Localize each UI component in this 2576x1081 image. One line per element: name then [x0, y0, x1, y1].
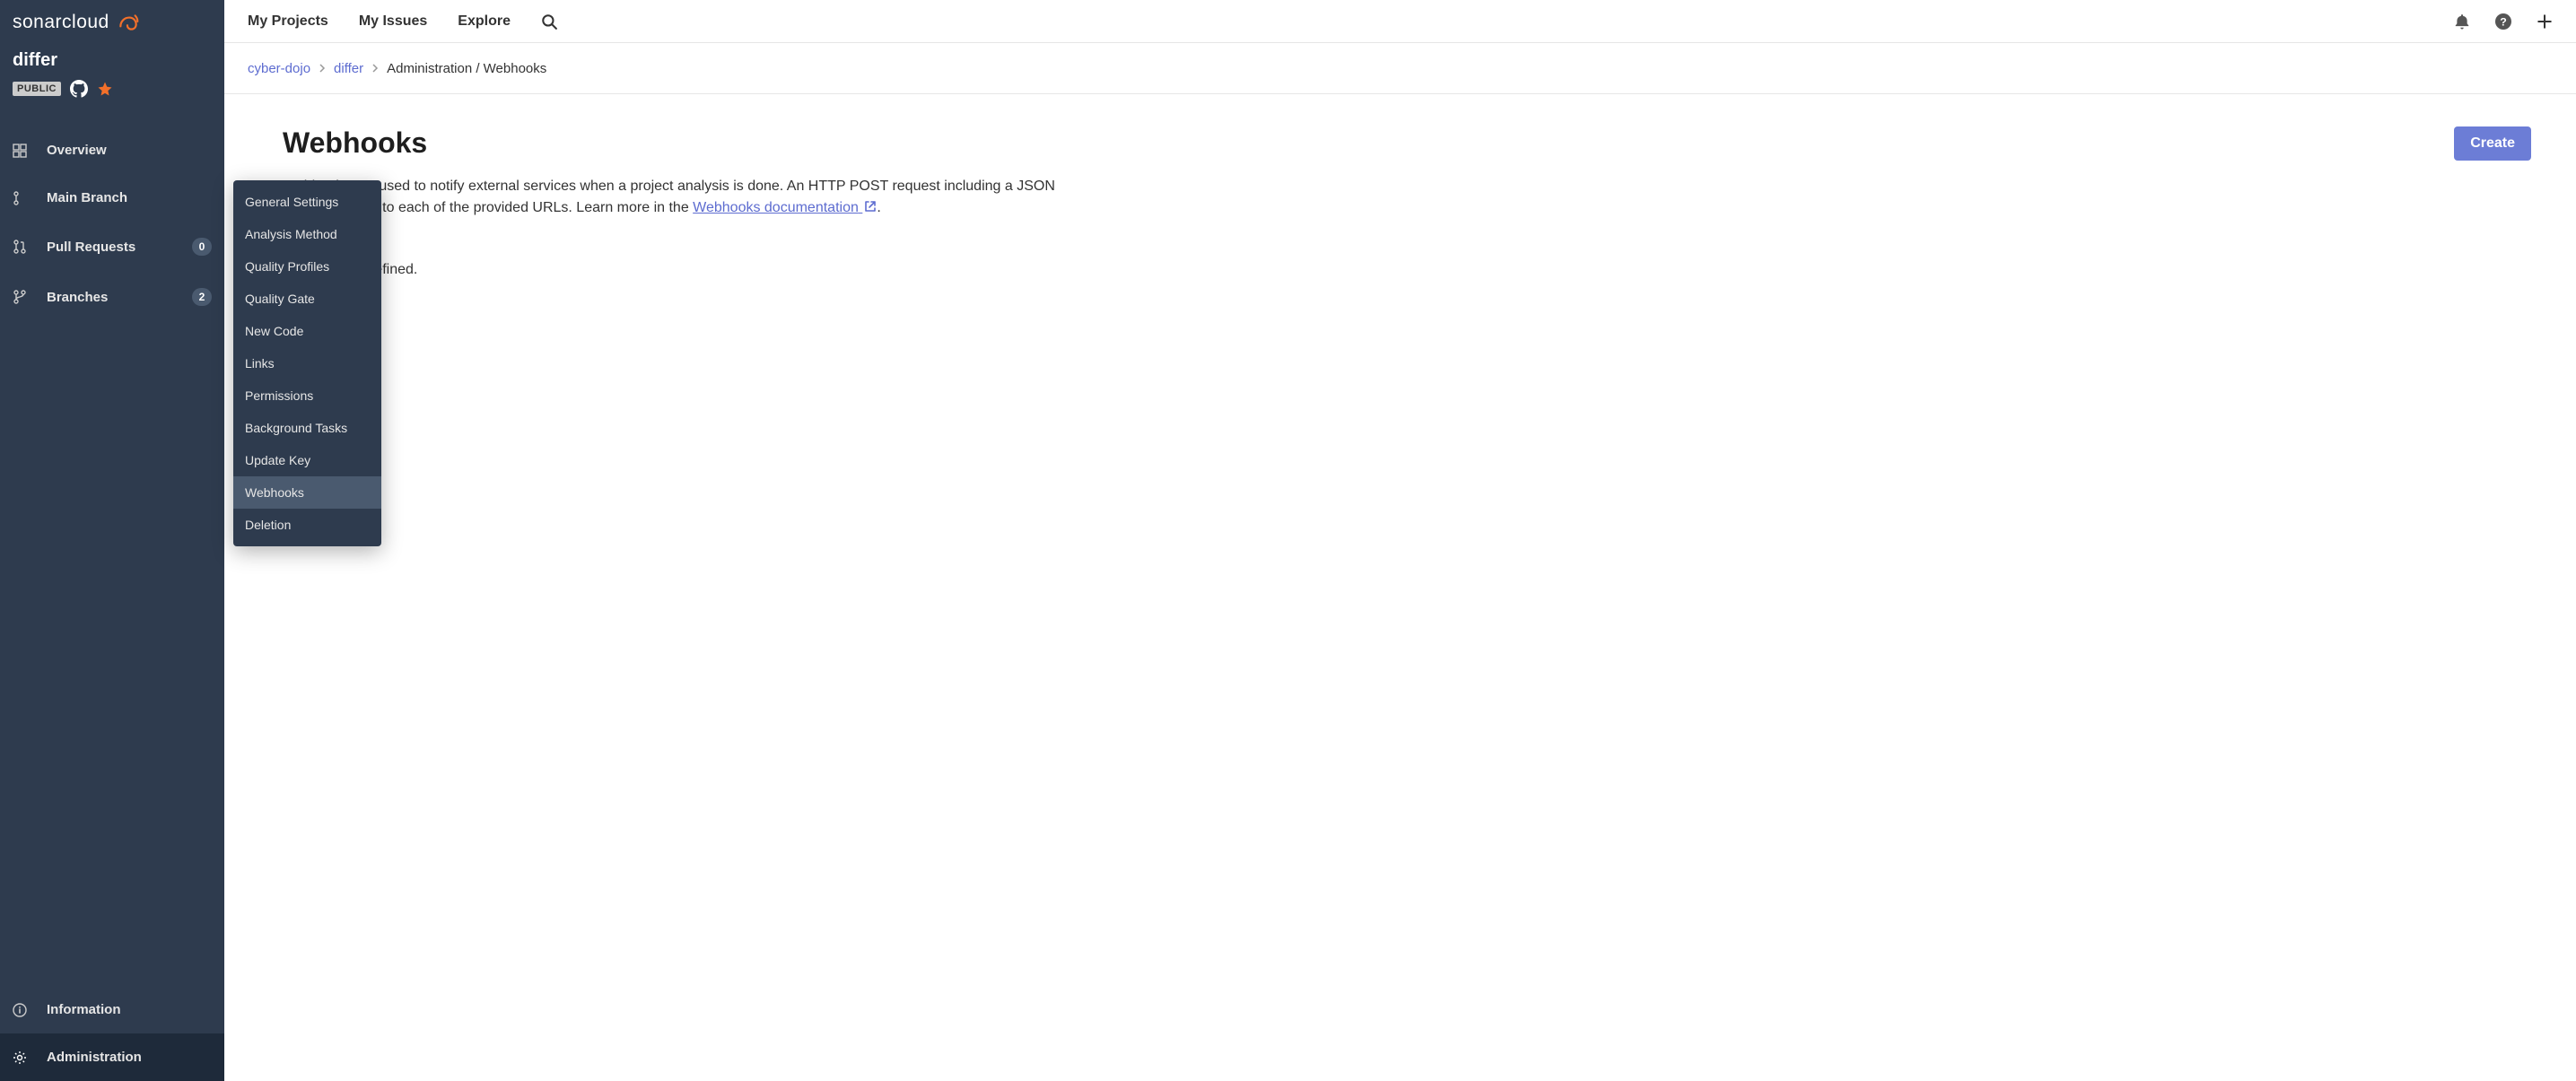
branch-main-icon: [13, 191, 27, 205]
sidebar-item-label: Pull Requests: [47, 240, 172, 255]
desc-period: .: [877, 200, 880, 215]
nav-section-bottom: Information Administration: [0, 986, 224, 1081]
topbar: My Projects My Issues Explore ?: [224, 0, 2576, 43]
sidebar-item-main-branch[interactable]: Main Branch: [0, 174, 224, 222]
sonarcloud-logo-icon: [117, 11, 140, 34]
gear-icon: [13, 1050, 27, 1065]
admin-menu-new-code[interactable]: New Code: [233, 315, 381, 347]
admin-menu-update-key[interactable]: Update Key: [233, 444, 381, 476]
breadcrumb: cyber-dojo differ Administration / Webho…: [224, 43, 2576, 94]
star-icon[interactable]: [97, 81, 113, 97]
admin-menu-analysis-method[interactable]: Analysis Method: [233, 218, 381, 250]
empty-state: No webhook defined.: [283, 262, 1090, 278]
admin-menu-quality-gate[interactable]: Quality Gate: [233, 283, 381, 315]
admin-menu-general-settings[interactable]: General Settings: [233, 186, 381, 218]
admin-menu-links[interactable]: Links: [233, 347, 381, 379]
project-header: differ PUBLIC: [0, 45, 224, 112]
doc-link-label: Webhooks documentation: [693, 200, 859, 215]
documentation-link[interactable]: Webhooks documentation: [693, 200, 877, 215]
project-name: differ: [13, 50, 212, 71]
top-icons: ?: [2454, 13, 2553, 30]
svg-text:?: ?: [2500, 15, 2507, 28]
bell-icon[interactable]: [2454, 13, 2470, 30]
main-area: My Projects My Issues Explore ? cyber-do…: [224, 0, 2576, 1081]
sidebar-item-label: Main Branch: [47, 190, 212, 205]
content-actions: Create: [2454, 126, 2540, 161]
desc-text: Webhooks are used to notify external ser…: [283, 179, 1055, 215]
plus-icon[interactable]: [2537, 13, 2553, 30]
external-link-icon: [864, 200, 877, 213]
visibility-badge: PUBLIC: [13, 82, 61, 96]
sidebar-item-administration[interactable]: Administration: [0, 1033, 224, 1081]
admin-menu-quality-profiles[interactable]: Quality Profiles: [233, 250, 381, 283]
sidebar-item-label: Information: [47, 1002, 212, 1017]
sidebar-item-label: Administration: [47, 1050, 212, 1065]
sidebar-item-label: Overview: [47, 143, 212, 158]
admin-menu-webhooks[interactable]: Webhooks: [233, 476, 381, 509]
sidebar-item-information[interactable]: Information: [0, 986, 224, 1033]
admin-menu-background-tasks[interactable]: Background Tasks: [233, 412, 381, 444]
nav-section: Overview Main Branch Pull Requests 0 Bra…: [0, 126, 224, 322]
grid-icon: [13, 144, 27, 158]
admin-menu-permissions[interactable]: Permissions: [233, 379, 381, 412]
branches-icon: [13, 290, 27, 304]
chevron-right-icon: [318, 64, 327, 73]
github-icon[interactable]: [70, 80, 88, 98]
sidebar-item-branches[interactable]: Branches 2: [0, 272, 224, 322]
breadcrumb-current: Administration / Webhooks: [387, 61, 546, 76]
administration-menu: General Settings Analysis Method Quality…: [233, 180, 381, 546]
search-icon[interactable]: [541, 13, 557, 30]
pull-request-icon: [13, 240, 27, 254]
pull-requests-count: 0: [192, 238, 212, 256]
info-icon: [13, 1003, 27, 1017]
breadcrumb-project[interactable]: differ: [334, 61, 363, 76]
branches-count: 2: [192, 288, 212, 306]
page-title: Webhooks: [283, 126, 1090, 160]
topnav-my-issues[interactable]: My Issues: [359, 13, 427, 30]
content: Webhooks Webhooks are used to notify ext…: [224, 94, 2576, 314]
topnav-explore[interactable]: Explore: [458, 13, 511, 30]
topnav-my-projects[interactable]: My Projects: [248, 13, 328, 30]
help-icon[interactable]: ?: [2495, 13, 2511, 30]
sidebar-item-label: Branches: [47, 290, 172, 305]
project-meta: PUBLIC: [13, 80, 212, 98]
top-nav: My Projects My Issues Explore: [248, 13, 557, 30]
sidebar-item-pull-requests[interactable]: Pull Requests 0: [0, 222, 224, 272]
chevron-right-icon: [371, 64, 380, 73]
sidebar: sonarcloud differ PUBLIC Overview: [0, 0, 224, 1081]
content-main: Webhooks Webhooks are used to notify ext…: [283, 126, 1090, 278]
create-button[interactable]: Create: [2454, 126, 2531, 161]
breadcrumb-org[interactable]: cyber-dojo: [248, 61, 310, 76]
sidebar-item-overview[interactable]: Overview: [0, 126, 224, 174]
brand-name: sonarcloud: [13, 12, 109, 33]
page-description: Webhooks are used to notify external ser…: [283, 176, 1090, 219]
admin-menu-deletion[interactable]: Deletion: [233, 509, 381, 541]
brand-logo[interactable]: sonarcloud: [0, 0, 224, 45]
